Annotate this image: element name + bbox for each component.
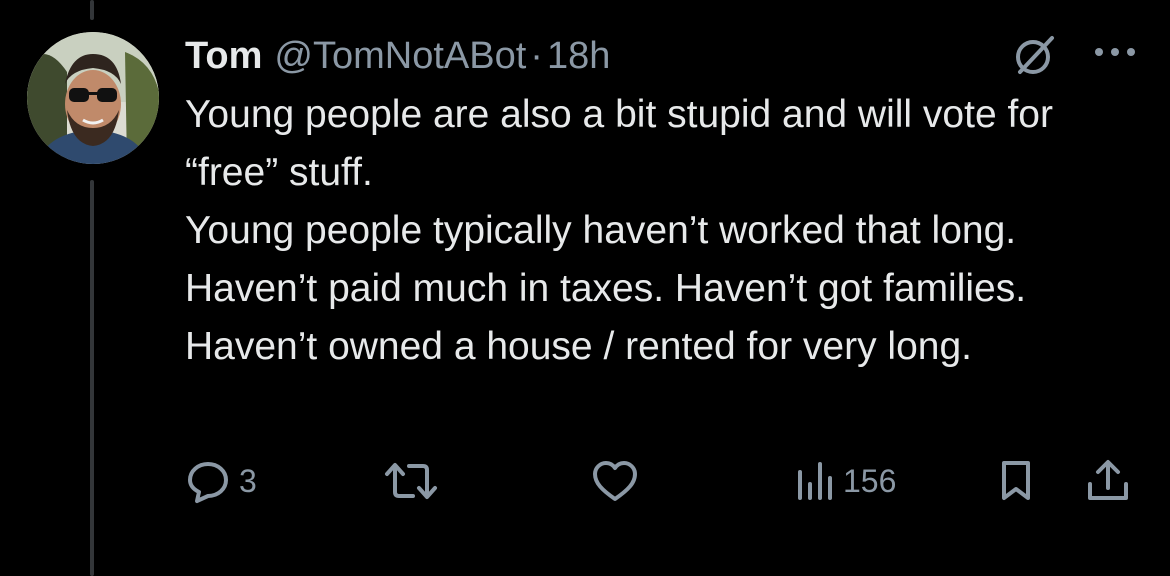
tweet-paragraph: Young people are also a bit stupid and w… (185, 93, 1053, 194)
tweet-header: Tom @TomNotABot · 18h (185, 28, 610, 84)
retweet-icon (383, 458, 439, 504)
views-icon (795, 458, 835, 504)
thread-line-bottom (90, 180, 94, 576)
more-icon[interactable] (1092, 40, 1138, 64)
author-handle[interactable]: @TomNotABot (274, 35, 526, 78)
retweet-button[interactable] (383, 456, 447, 506)
share-button[interactable] (1084, 456, 1132, 506)
author-name[interactable]: Tom (185, 35, 262, 78)
tweet-paragraph: Young people typically haven’t worked th… (185, 209, 1027, 368)
share-icon (1084, 458, 1132, 504)
reply-icon (185, 458, 231, 504)
avatar[interactable] (27, 32, 159, 164)
timestamp[interactable]: 18h (547, 35, 610, 78)
views-button[interactable]: 156 (795, 456, 896, 506)
reply-count: 3 (239, 462, 257, 499)
tweet-text: Young people are also a bit stupid and w… (185, 86, 1125, 376)
thread-line-top (90, 0, 94, 20)
bookmark-button[interactable] (996, 456, 1036, 506)
views-count: 156 (843, 462, 897, 499)
separator-dot: · (530, 34, 543, 77)
grok-icon[interactable] (1012, 32, 1058, 78)
like-button[interactable] (590, 456, 648, 506)
bookmark-icon (996, 458, 1036, 504)
heart-icon (590, 458, 640, 504)
reply-button[interactable]: 3 (185, 456, 257, 506)
